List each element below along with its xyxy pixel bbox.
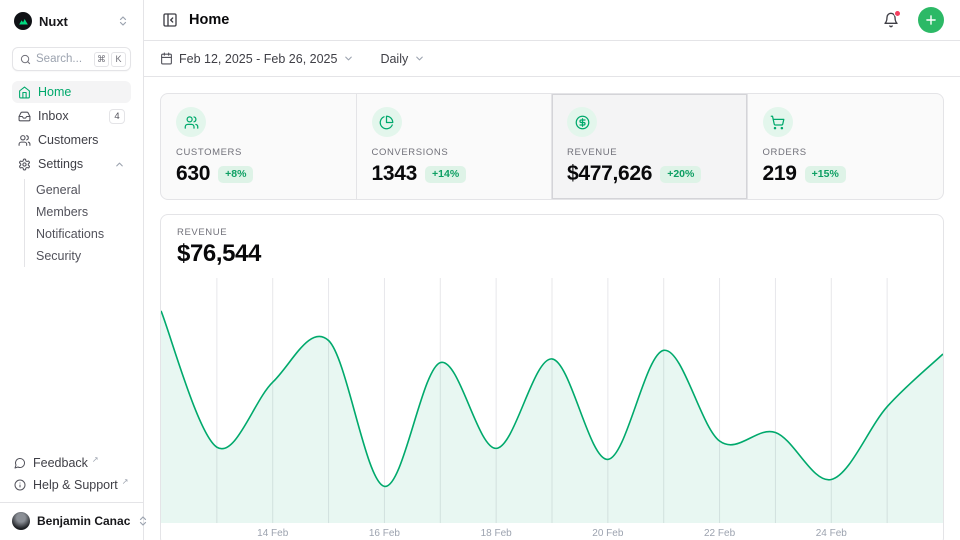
x-axis-tick-label: 18 Feb [481, 528, 512, 539]
stat-label: ORDERS [763, 147, 929, 158]
home-icon [18, 86, 31, 99]
date-range-label: Feb 12, 2025 - Feb 26, 2025 [179, 52, 337, 66]
period-label: Daily [380, 52, 408, 66]
x-axis-tick-label: 16 Feb [369, 528, 400, 539]
workspace-switcher[interactable]: Nuxt [12, 10, 131, 32]
help-support-link[interactable]: Help & Support ↗ [12, 474, 131, 496]
sidebar-item-home[interactable]: Home [12, 81, 131, 103]
panel-left-close-icon [162, 12, 178, 28]
nuxt-logo-icon [14, 12, 32, 30]
speech-bubble-icon [14, 457, 26, 469]
chevrons-up-down-icon [117, 15, 129, 27]
stat-delta-badge: +8% [218, 166, 253, 183]
stat-delta-badge: +14% [425, 166, 466, 183]
user-name: Benjamin Canac [37, 514, 130, 528]
stat-value: 630 [176, 162, 210, 186]
stat-label: REVENUE [567, 147, 732, 158]
sidebar: Nuxt ⌘ K Home Inbox 4 [0, 0, 144, 540]
page-title: Home [189, 12, 872, 28]
stat-card-revenue[interactable]: REVENUE $477,626 +20% [552, 94, 748, 199]
calendar-icon [160, 52, 173, 65]
users-icon [176, 107, 206, 137]
chevron-up-icon [114, 159, 125, 170]
search-icon [20, 54, 31, 65]
search-shortcut: ⌘ K [94, 52, 126, 67]
stats-row: CUSTOMERS 630 +8% CONVERSIONS 1343 +14% [160, 93, 944, 200]
sidebar-item-customers[interactable]: Customers [12, 129, 131, 151]
gear-icon [18, 158, 31, 171]
page-content: CUSTOMERS 630 +8% CONVERSIONS 1343 +14% [144, 77, 960, 540]
chart-svg [161, 278, 943, 523]
x-axis-tick-label: 20 Feb [592, 528, 623, 539]
workspace-name: Nuxt [39, 14, 110, 29]
users-icon [18, 134, 31, 147]
stat-card-conversions[interactable]: CONVERSIONS 1343 +14% [357, 94, 553, 199]
top-bar: Home [144, 0, 960, 41]
chevron-down-icon [414, 53, 425, 64]
avatar [12, 512, 30, 530]
help-support-label: Help & Support [33, 478, 118, 492]
user-menu[interactable]: Benjamin Canac [0, 502, 143, 532]
inbox-icon [18, 110, 31, 123]
notification-dot [894, 10, 901, 17]
external-link-icon: ↗ [92, 455, 99, 464]
sidebar-item-label: Home [38, 85, 125, 99]
stat-card-customers[interactable]: CUSTOMERS 630 +8% [161, 94, 357, 199]
external-link-icon: ↗ [122, 477, 129, 486]
stat-card-orders[interactable]: ORDERS 219 +15% [748, 94, 944, 199]
chart-label: REVENUE [177, 227, 927, 238]
feedback-link[interactable]: Feedback ↗ [12, 452, 131, 474]
sidebar-item-settings[interactable]: Settings [12, 153, 131, 175]
pie-chart-icon [372, 107, 402, 137]
plus-icon [924, 13, 938, 27]
stat-delta-badge: +20% [660, 166, 701, 183]
filter-toolbar: Feb 12, 2025 - Feb 26, 2025 Daily [144, 41, 960, 77]
chart-x-axis: 14 Feb 16 Feb 18 Feb 20 Feb 22 Feb 24 Feb [161, 523, 943, 540]
sidebar-item-inbox[interactable]: Inbox 4 [12, 105, 131, 127]
cart-icon [763, 107, 793, 137]
dollar-circle-icon [567, 107, 597, 137]
sidebar-item-members[interactable]: Members [25, 201, 131, 223]
sidebar-nav: Home Inbox 4 Customers Settings General … [12, 81, 131, 269]
inbox-count-badge: 4 [109, 109, 125, 124]
revenue-area-chart[interactable] [161, 278, 943, 523]
settings-subnav: General Members Notifications Security [24, 179, 131, 267]
stat-value: $477,626 [567, 162, 652, 186]
sidebar-item-label: Customers [38, 133, 125, 147]
sidebar-item-general[interactable]: General [25, 179, 131, 201]
main-area: Home Feb 12, 2025 - Feb 26, 2025 Daily [144, 0, 960, 540]
x-axis-tick-label: 14 Feb [257, 528, 288, 539]
stat-label: CONVERSIONS [372, 147, 537, 158]
sidebar-item-notifications[interactable]: Notifications [25, 223, 131, 245]
revenue-chart-card: REVENUE $76,544 14 Feb 16 Feb 18 Feb 20 Feb… [160, 214, 944, 540]
x-axis-tick-label: 24 Feb [816, 528, 847, 539]
period-select[interactable]: Daily [380, 52, 425, 66]
sidebar-footer-links: Feedback ↗ Help & Support ↗ [12, 452, 131, 496]
app-window: Nuxt ⌘ K Home Inbox 4 [0, 0, 960, 540]
search-box[interactable]: ⌘ K [12, 47, 131, 71]
date-range-picker[interactable]: Feb 12, 2025 - Feb 26, 2025 [160, 52, 354, 66]
add-button[interactable] [918, 7, 944, 33]
feedback-label: Feedback [33, 456, 88, 470]
kbd-k: K [111, 52, 126, 67]
info-icon [14, 479, 26, 491]
collapse-sidebar-button[interactable] [160, 10, 180, 30]
sidebar-item-security[interactable]: Security [25, 245, 131, 267]
search-input[interactable] [36, 53, 89, 65]
sidebar-spacer [12, 269, 131, 452]
stat-label: CUSTOMERS [176, 147, 341, 158]
stat-value: 219 [763, 162, 797, 186]
chevron-down-icon [343, 53, 354, 64]
sidebar-item-label: Inbox [38, 109, 102, 123]
stat-delta-badge: +15% [805, 166, 846, 183]
x-axis-tick-label: 22 Feb [704, 528, 735, 539]
chart-value: $76,544 [177, 240, 927, 268]
chart-header: REVENUE $76,544 [161, 215, 943, 278]
kbd-cmd: ⌘ [94, 52, 109, 67]
stat-value: 1343 [372, 162, 418, 186]
sidebar-item-label: Settings [38, 157, 107, 171]
